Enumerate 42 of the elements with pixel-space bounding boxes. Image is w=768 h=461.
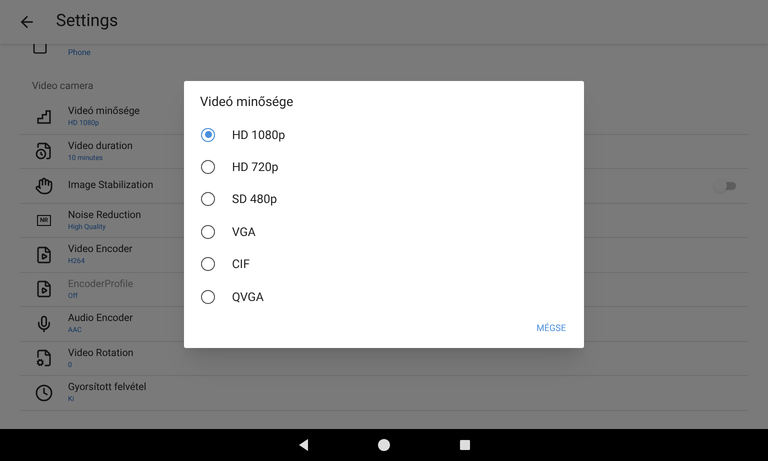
radio-option[interactable]: HD 1080p — [184, 118, 584, 151]
app-bar-title: Settings — [56, 10, 118, 34]
option-label: CIF — [232, 256, 250, 274]
radio-option[interactable]: VGA — [184, 216, 584, 248]
option-label: HD 720p — [232, 159, 278, 176]
radio-option[interactable]: SD 480p — [184, 183, 584, 216]
option-label: VGA — [232, 224, 256, 241]
setting-value: Phone — [68, 49, 91, 57]
radio-button[interactable] — [201, 290, 215, 304]
home-nav-icon[interactable] — [378, 439, 390, 451]
radio-option[interactable]: CIF — [184, 248, 584, 280]
clock-icon — [35, 384, 53, 402]
setting-title: Noise Reduction — [68, 208, 141, 222]
file-video-icon — [35, 280, 53, 298]
file-video-icon — [35, 246, 53, 264]
file-clock-icon — [35, 142, 53, 160]
setting-title: Video Rotation — [68, 346, 134, 360]
setting-title: Audio Encoder — [68, 312, 133, 326]
toggle-switch[interactable] — [716, 182, 736, 190]
setting-title: Videó minősége — [68, 105, 140, 118]
back-nav-icon[interactable] — [298, 439, 308, 451]
radio-button[interactable] — [201, 192, 215, 206]
radio-option[interactable]: QVGA — [184, 280, 584, 313]
radio-button[interactable] — [201, 160, 215, 174]
hand-icon — [35, 176, 53, 195]
setting-title: Image Stabilization — [68, 179, 154, 192]
radio-button[interactable] — [201, 257, 215, 272]
setting-title: Video Encoder — [68, 243, 132, 256]
option-label: SD 480p — [232, 191, 277, 208]
stairs-icon — [35, 108, 53, 126]
section-title: Video camera — [32, 80, 94, 94]
dialog-title: Videó minősége — [200, 94, 294, 112]
radio-button[interactable] — [201, 128, 215, 142]
file-rotate-icon — [35, 349, 53, 368]
radio-button[interactable] — [201, 224, 215, 239]
microphone-icon — [35, 314, 53, 333]
radio-option[interactable]: HD 720p — [184, 150, 584, 184]
recents-nav-icon[interactable] — [460, 440, 470, 450]
option-label: QVGA — [232, 288, 264, 306]
setting-title: Gyorsított felvétel — [68, 381, 146, 394]
option-label: HD 1080p — [232, 126, 286, 144]
setting-title: Video duration — [68, 140, 133, 153]
